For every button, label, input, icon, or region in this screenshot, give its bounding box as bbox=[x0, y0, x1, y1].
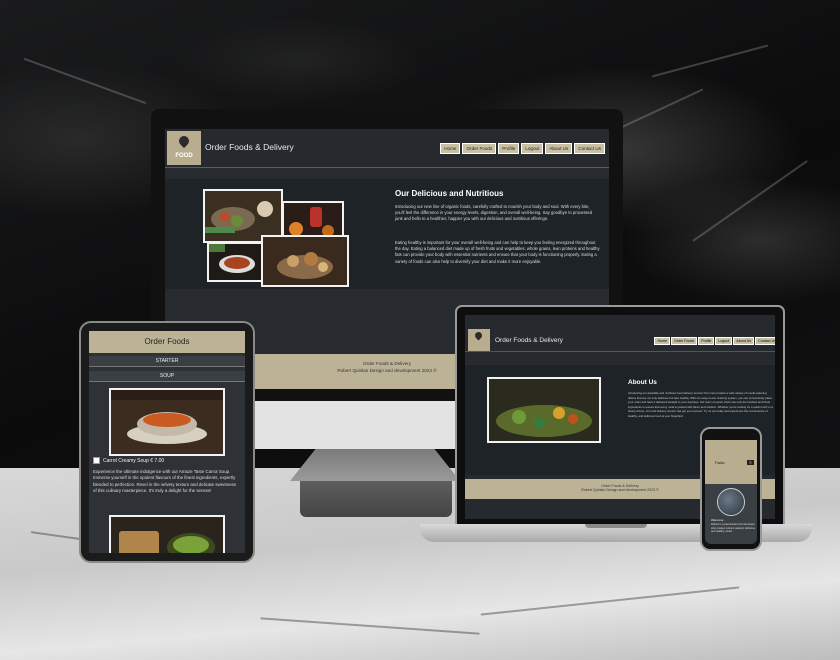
hero-paragraph-2: Eating healthy is important for your ove… bbox=[395, 240, 600, 264]
tablet: Order Foods STARTER SOUP Carrot Creamy S… bbox=[79, 321, 255, 563]
laptop-header: Order Foods & Delivery Home Order Foods … bbox=[465, 315, 775, 352]
site-title: Order Foods & Delivery bbox=[205, 142, 294, 152]
nav-logout[interactable]: Logout bbox=[521, 143, 544, 154]
hero-heading: Our Delicious and Nutritious bbox=[395, 189, 504, 198]
hero-paragraph-1: Introducing our new line of organic food… bbox=[395, 204, 593, 222]
about-heading: About Us bbox=[628, 379, 657, 386]
location-pin-icon bbox=[473, 330, 484, 341]
soup-item-label: Carrot Creamy Soup € 7.00 bbox=[103, 457, 165, 464]
about-paragraph: Introducing our desirable and nutritious… bbox=[628, 391, 773, 418]
soup-item-row: Carrot Creamy Soup € 7.00 bbox=[93, 457, 243, 464]
laptop-nav: Home Order Foods Profile Logout About Us… bbox=[654, 337, 775, 345]
imac-stand-neck bbox=[290, 449, 460, 481]
about-photo bbox=[487, 377, 601, 443]
food-photo bbox=[261, 235, 349, 287]
nav-contact-us[interactable]: Contact Us bbox=[755, 337, 775, 345]
soup-item-description: Experience the ultimate indulgence with … bbox=[93, 469, 237, 494]
phone-header: Fadia ≡ bbox=[705, 440, 757, 484]
add-item-checkbox[interactable] bbox=[93, 457, 100, 464]
laptop-logo[interactable] bbox=[468, 329, 490, 351]
nav-logout[interactable]: Logout bbox=[715, 337, 733, 345]
tablet-title: Order Foods bbox=[89, 331, 245, 353]
tab-soup[interactable]: SOUP bbox=[89, 371, 245, 382]
nav-home[interactable]: Home bbox=[440, 143, 461, 154]
tab-starter[interactable]: STARTER bbox=[89, 356, 245, 367]
soup-photo bbox=[109, 388, 225, 456]
nav-order-foods[interactable]: Order Foods bbox=[671, 337, 698, 345]
phone-title: Fadia bbox=[715, 461, 725, 465]
phone-screen: Fadia ≡ Welcome Robert is a passionate f… bbox=[705, 434, 757, 544]
phone-caption: Welcome bbox=[711, 518, 724, 522]
profile-avatar bbox=[717, 488, 745, 516]
nav-order-foods[interactable]: Order Foods bbox=[462, 143, 497, 154]
nav-contact-us[interactable]: Contact Us bbox=[574, 143, 605, 154]
laptop-site-title: Order Foods & Delivery bbox=[495, 337, 563, 344]
food-photo bbox=[207, 242, 263, 282]
nav-home[interactable]: Home bbox=[654, 337, 671, 345]
food-photo bbox=[109, 515, 225, 553]
logo-text: FOOD bbox=[175, 153, 193, 159]
nav-about-us[interactable]: About Us bbox=[733, 337, 755, 345]
imac-stand-base bbox=[300, 481, 452, 517]
site-logo[interactable]: FOOD bbox=[167, 131, 201, 165]
nav-about-us[interactable]: About Us bbox=[545, 143, 573, 154]
tablet-screen: Order Foods STARTER SOUP Carrot Creamy S… bbox=[89, 331, 245, 553]
site-header: FOOD Order Foods & Delivery Home Order F… bbox=[165, 129, 609, 168]
main-nav: Home Order Foods Profile Logout About Us… bbox=[440, 143, 605, 154]
nav-profile[interactable]: Profile bbox=[498, 143, 520, 154]
phone-text: Robert is a passionate food developer wh… bbox=[711, 523, 755, 534]
menu-icon[interactable]: ≡ bbox=[747, 460, 754, 465]
smartphone: Fadia ≡ Welcome Robert is a passionate f… bbox=[700, 427, 762, 551]
location-pin-icon bbox=[176, 133, 192, 149]
laptop-notch bbox=[585, 524, 647, 528]
nav-profile[interactable]: Profile bbox=[698, 337, 715, 345]
